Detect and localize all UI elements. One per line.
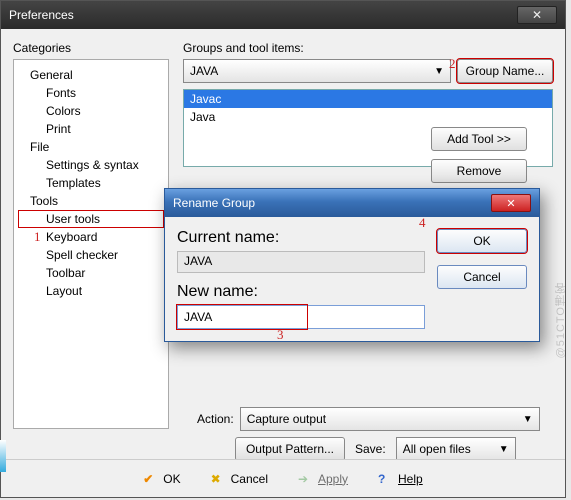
tree-item[interactable]: User tools (18, 210, 164, 228)
check-icon: ✔ (143, 472, 157, 486)
output-pattern-button[interactable]: Output Pattern... (235, 437, 345, 461)
tree-item[interactable]: Layout (18, 282, 164, 300)
decoration (0, 440, 6, 472)
titlebar: Preferences ✕ (1, 1, 565, 29)
action-label: Action: (197, 412, 234, 426)
tree-item[interactable]: Toolbar (18, 264, 164, 282)
tree-item[interactable]: Spell checker (18, 246, 164, 264)
add-tool-button[interactable]: Add Tool >> (431, 127, 527, 151)
groups-label: Groups and tool items: (183, 41, 553, 55)
categories-label: Categories (13, 41, 169, 55)
new-name-input[interactable] (177, 305, 425, 329)
cancel-button[interactable]: ✖Cancel (211, 472, 268, 486)
modal-cancel-button[interactable]: Cancel (437, 265, 527, 289)
group-select[interactable]: JAVA ▼ (183, 59, 451, 83)
annotation-3: 3 (277, 327, 284, 343)
save-label: Save: (355, 442, 386, 456)
watermark: @51CTO博客 (553, 282, 569, 358)
tree-item[interactable]: Fonts (18, 84, 164, 102)
tree-item[interactable]: Tools (18, 192, 164, 210)
modal-title: Rename Group (173, 196, 255, 210)
dialog-buttons: ✔OK ✖Cancel ➔Apply ?Help (1, 459, 565, 497)
list-item[interactable]: Java (184, 108, 552, 126)
tree-item[interactable]: Print (18, 120, 164, 138)
ok-button[interactable]: ✔OK (143, 472, 180, 486)
apply-button[interactable]: ➔Apply (298, 472, 348, 486)
list-item[interactable]: Javac (184, 90, 552, 108)
rename-group-dialog: Rename Group ✕ Current name: JAVA New na… (164, 188, 540, 342)
remove-button[interactable]: Remove (431, 159, 527, 183)
help-button[interactable]: ?Help (378, 472, 423, 486)
modal-titlebar: Rename Group ✕ (165, 189, 539, 217)
categories-tree[interactable]: GeneralFontsColorsPrintFileSettings & sy… (13, 59, 169, 429)
chevron-down-icon: ▼ (523, 414, 533, 425)
cross-icon: ✖ (211, 472, 225, 486)
tree-item[interactable]: Templates (18, 174, 164, 192)
tree-item[interactable]: General (18, 66, 164, 84)
modal-ok-button[interactable]: OK (437, 229, 527, 253)
group-select-value: JAVA (190, 64, 218, 78)
tree-item[interactable]: Settings & syntax (18, 156, 164, 174)
chevron-down-icon: ▼ (434, 66, 444, 77)
tree-item[interactable]: Colors (18, 102, 164, 120)
action-select[interactable]: Capture output ▼ (240, 407, 540, 431)
save-value: All open files (403, 442, 471, 456)
current-name-field: JAVA (177, 251, 425, 273)
close-icon[interactable]: ✕ (517, 6, 557, 24)
tree-item[interactable]: File (18, 138, 164, 156)
arrow-right-icon: ➔ (298, 472, 312, 486)
save-select[interactable]: All open files ▼ (396, 437, 516, 461)
window-title: Preferences (9, 8, 74, 22)
group-name-button[interactable]: Group Name... (457, 59, 553, 83)
chevron-down-icon: ▼ (499, 444, 509, 455)
current-name-label: Current name: (177, 229, 425, 247)
action-value: Capture output (247, 412, 326, 426)
close-icon[interactable]: ✕ (491, 194, 531, 212)
help-icon: ? (378, 472, 392, 486)
tree-item[interactable]: Keyboard (18, 228, 164, 246)
new-name-label: New name: (177, 283, 425, 301)
